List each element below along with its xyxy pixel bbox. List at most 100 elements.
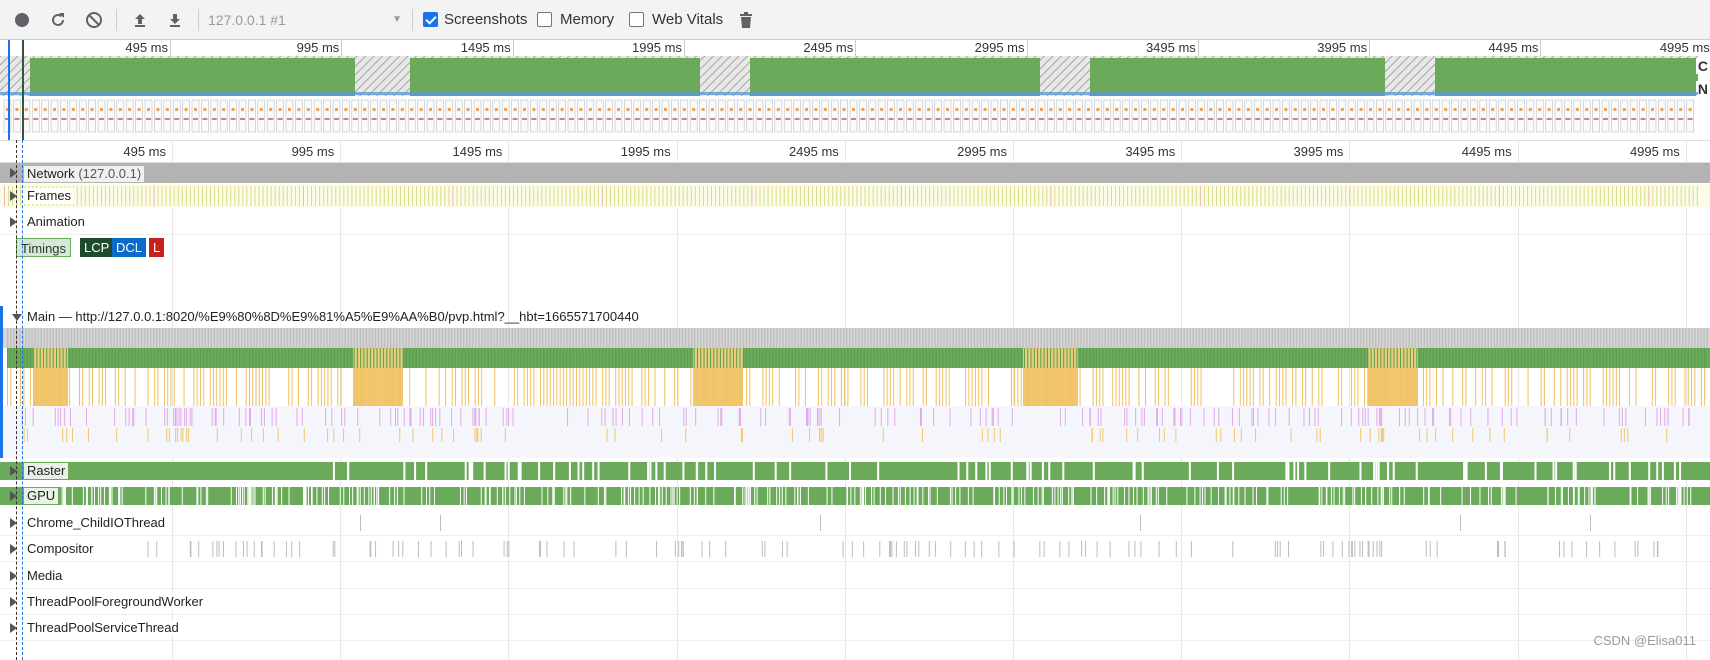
screenshot-detail [908,108,912,111]
main-scripting-mark [919,348,921,368]
load-badge[interactable]: L [149,238,165,257]
screenshot-detail [626,108,630,111]
save-profile-button[interactable] [163,8,187,32]
main-task-row-mark [1052,328,1055,348]
main-task-row-mark [596,328,599,348]
main-scripting-mark [1442,348,1444,368]
screenshots-filmstrip[interactable] [0,98,1698,138]
frame-mark [1224,186,1226,206]
frame-mark [157,186,159,206]
thread-track-threadpool-service[interactable]: ThreadPoolServiceThread [0,616,1710,641]
clear-button[interactable] [82,8,106,32]
main-painting-mark [1603,408,1605,426]
raster-track[interactable]: Raster [0,460,1710,482]
main-rendering-mark [1122,368,1124,406]
gpu-track[interactable]: GPU [0,485,1710,507]
main-scripting-mark [860,348,862,368]
screenshot-detail [212,108,216,111]
expand-network-icon[interactable] [10,168,17,178]
compositor-task-mark [1372,541,1374,557]
screenshots-checkbox[interactable] [423,12,438,27]
animation-track[interactable]: Animation [0,210,1710,235]
frame-mark [1422,186,1424,206]
main-rendering-mark [1426,368,1428,406]
gpu-gap [86,487,88,505]
expand-thread-icon[interactable] [10,571,17,581]
load-profile-button[interactable] [128,8,152,32]
expand-frames-icon[interactable] [10,191,17,201]
frame-mark [88,186,90,206]
expand-thread-icon[interactable] [10,597,17,607]
expand-animation-icon[interactable] [10,217,17,227]
main-thread-track[interactable]: Main — http://127.0.0.1:8020/%E9%80%8D%E… [0,306,1710,458]
main-scripting-mark [546,348,548,368]
lcp-badge[interactable]: LCP [80,238,114,257]
gpu-gap [776,487,778,505]
expand-gpu-icon[interactable] [10,491,17,501]
screenshot-detail [1274,118,1279,120]
main-task-row-mark [478,328,480,348]
frame-mark [1426,186,1428,206]
record-button[interactable] [10,8,34,32]
expand-raster-icon[interactable] [10,466,17,476]
collapse-main-icon[interactable] [12,314,22,321]
screenshot-detail [165,108,169,111]
main-task-row-mark [1545,328,1547,348]
main-task-row-mark [1271,328,1274,348]
thread-track-media[interactable]: Media [0,564,1710,589]
main-scripting-mark [458,348,460,368]
collect-garbage-button[interactable] [734,8,758,32]
memory-checkbox[interactable] [537,12,552,27]
screenshot-detail [664,108,667,111]
screenshot-thumbnail [812,99,820,133]
main-painting-mark [60,408,62,426]
main-task-row-mark [897,328,900,348]
web-vitals-checkbox[interactable] [629,12,644,27]
compositor-task-mark [1134,541,1136,557]
frames-track[interactable]: Frames [0,184,1710,208]
expand-thread-icon[interactable] [10,518,17,528]
screenshot-detail [1199,108,1203,111]
screenshot-detail [570,108,573,111]
main-scripting-mark [105,348,107,368]
main-task-row-mark [955,328,957,348]
screenshot-detail [927,108,931,111]
reload-record-button[interactable] [46,8,70,32]
screenshot-thumbnail [154,99,162,133]
thread-track-compositor[interactable]: Compositor [0,537,1710,562]
expand-thread-icon[interactable] [10,623,17,633]
timeline-overview[interactable]: 495 ms 995 ms 1495 ms 1995 ms 2495 ms 2995 ms… [0,40,1710,141]
screenshot-detail [963,118,969,120]
selection-left-handle[interactable] [8,40,10,140]
expand-thread-icon[interactable] [10,544,17,554]
thread-track-threadpool-foreground[interactable]: ThreadPoolForegroundWorker [0,590,1710,615]
screenshot-detail [371,118,377,120]
main-rendering-mark [628,368,630,406]
screenshots-checkbox-label[interactable]: Screenshots [444,11,527,29]
main-scripting-mark [1664,348,1666,368]
main-task-row-mark [122,328,124,348]
thread-track-chrome-childiothread[interactable]: Chrome_ChildIOThread [0,511,1710,536]
target-select[interactable]: 127.0.0.1 #1 ▼ [208,8,406,32]
main-task-row-mark [1581,328,1584,348]
screenshot-thumbnail [1423,99,1431,133]
memory-checkbox-label[interactable]: Memory [560,11,614,29]
web-vitals-checkbox-label[interactable]: Web Vitals [652,11,723,29]
main-detail-mark [791,428,793,442]
screenshot-thumbnail [201,99,209,133]
frame-mark [1567,186,1569,206]
ruler-tick-label: 3995 ms [1293,144,1344,159]
network-track[interactable]: Network (127.0.0.1) [0,163,1710,183]
compositor-task-mark [615,541,617,557]
compositor-task-mark [1279,541,1281,557]
main-task-row-mark [742,328,745,348]
raster-gap [1133,462,1136,480]
main-task-row-mark [250,328,252,348]
main-rendering-mark [883,368,885,406]
frame-mark [1470,186,1472,206]
timings-track-label[interactable]: Timings [16,238,72,257]
main-scripting-mark [376,348,378,368]
screenshot-thumbnail [971,99,980,133]
dcl-badge[interactable]: DCL [112,238,147,257]
reload-icon [52,13,64,26]
